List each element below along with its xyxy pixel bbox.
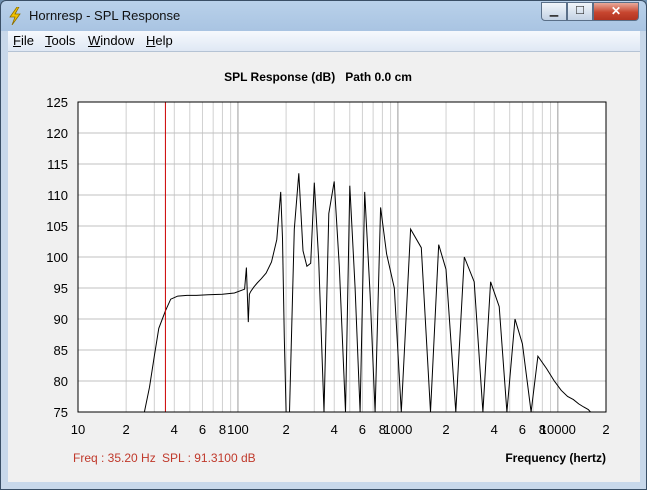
y-tick-label: 75	[54, 405, 68, 420]
y-tick-label: 90	[54, 312, 68, 327]
minimize-button[interactable]: ▁	[541, 2, 567, 21]
y-tick-label: 115	[47, 157, 68, 172]
y-tick-label: 110	[47, 188, 68, 203]
main-window: Hornresp - SPL Response ▁ ☐ ✕ File Tools…	[0, 0, 647, 490]
x-tick-label: 2	[282, 422, 289, 437]
y-tick-label: 125	[46, 95, 68, 110]
x-axis-ticks: 10 2 4 6 8 100 2 4 6 81000 2 4 6 810000 2	[71, 422, 610, 437]
chart-area: SPL Response (dB) Path 0.0 cm 125 120 115 1…	[8, 52, 640, 482]
maximize-button[interactable]: ☐	[567, 2, 593, 21]
x-tick-label: 100	[227, 422, 249, 437]
spl-chart[interactable]: SPL Response (dB) Path 0.0 cm 1251201151…	[8, 52, 640, 482]
x-tick-label: 4	[491, 422, 498, 437]
x-tick-label: 6	[359, 422, 366, 437]
x-tick-label: 6	[519, 422, 526, 437]
freq-readout: Freq : 35.20 Hz	[73, 451, 156, 465]
x-tick-label: 2	[123, 422, 130, 437]
y-tick-label: 80	[54, 374, 68, 389]
x-tick-label: 10000	[540, 422, 576, 437]
spl-readout: SPL : 91.3100 dB	[162, 451, 256, 465]
x-tick-label: 4	[171, 422, 178, 437]
menu-window[interactable]: Window	[88, 33, 134, 48]
menu-bar: File Tools Window Help	[8, 31, 640, 52]
menu-help[interactable]: Help	[146, 33, 173, 48]
window-title: Hornresp - SPL Response	[29, 8, 181, 23]
x-tick-label: 10	[71, 422, 85, 437]
x-tick-label: 6	[199, 422, 206, 437]
y-tick-label: 105	[46, 219, 68, 234]
chart-title: SPL Response (dB) Path 0.0 cm	[224, 70, 412, 84]
lightning-bolt-icon	[9, 7, 21, 25]
x-tick-label: 2	[442, 422, 449, 437]
x-tick-label: 8	[219, 422, 226, 437]
x-tick-label: 2	[602, 422, 609, 437]
x-axis-label: Frequency (hertz)	[505, 451, 606, 465]
y-tick-label: 100	[46, 250, 68, 265]
y-tick-label: 85	[54, 343, 68, 358]
y-axis-ticks: 125 120 115 110 105 100 95 90 85 80 75	[46, 95, 68, 420]
menu-tools[interactable]: Tools	[45, 33, 75, 48]
menu-file[interactable]: File	[13, 33, 34, 48]
x-tick-label: 1000	[383, 422, 412, 437]
y-tick-label: 120	[46, 126, 68, 141]
y-tick-label: 95	[54, 281, 68, 296]
close-button[interactable]: ✕	[593, 2, 639, 21]
x-tick-label: 4	[331, 422, 338, 437]
title-bar[interactable]: Hornresp - SPL Response ▁ ☐ ✕	[1, 1, 646, 31]
